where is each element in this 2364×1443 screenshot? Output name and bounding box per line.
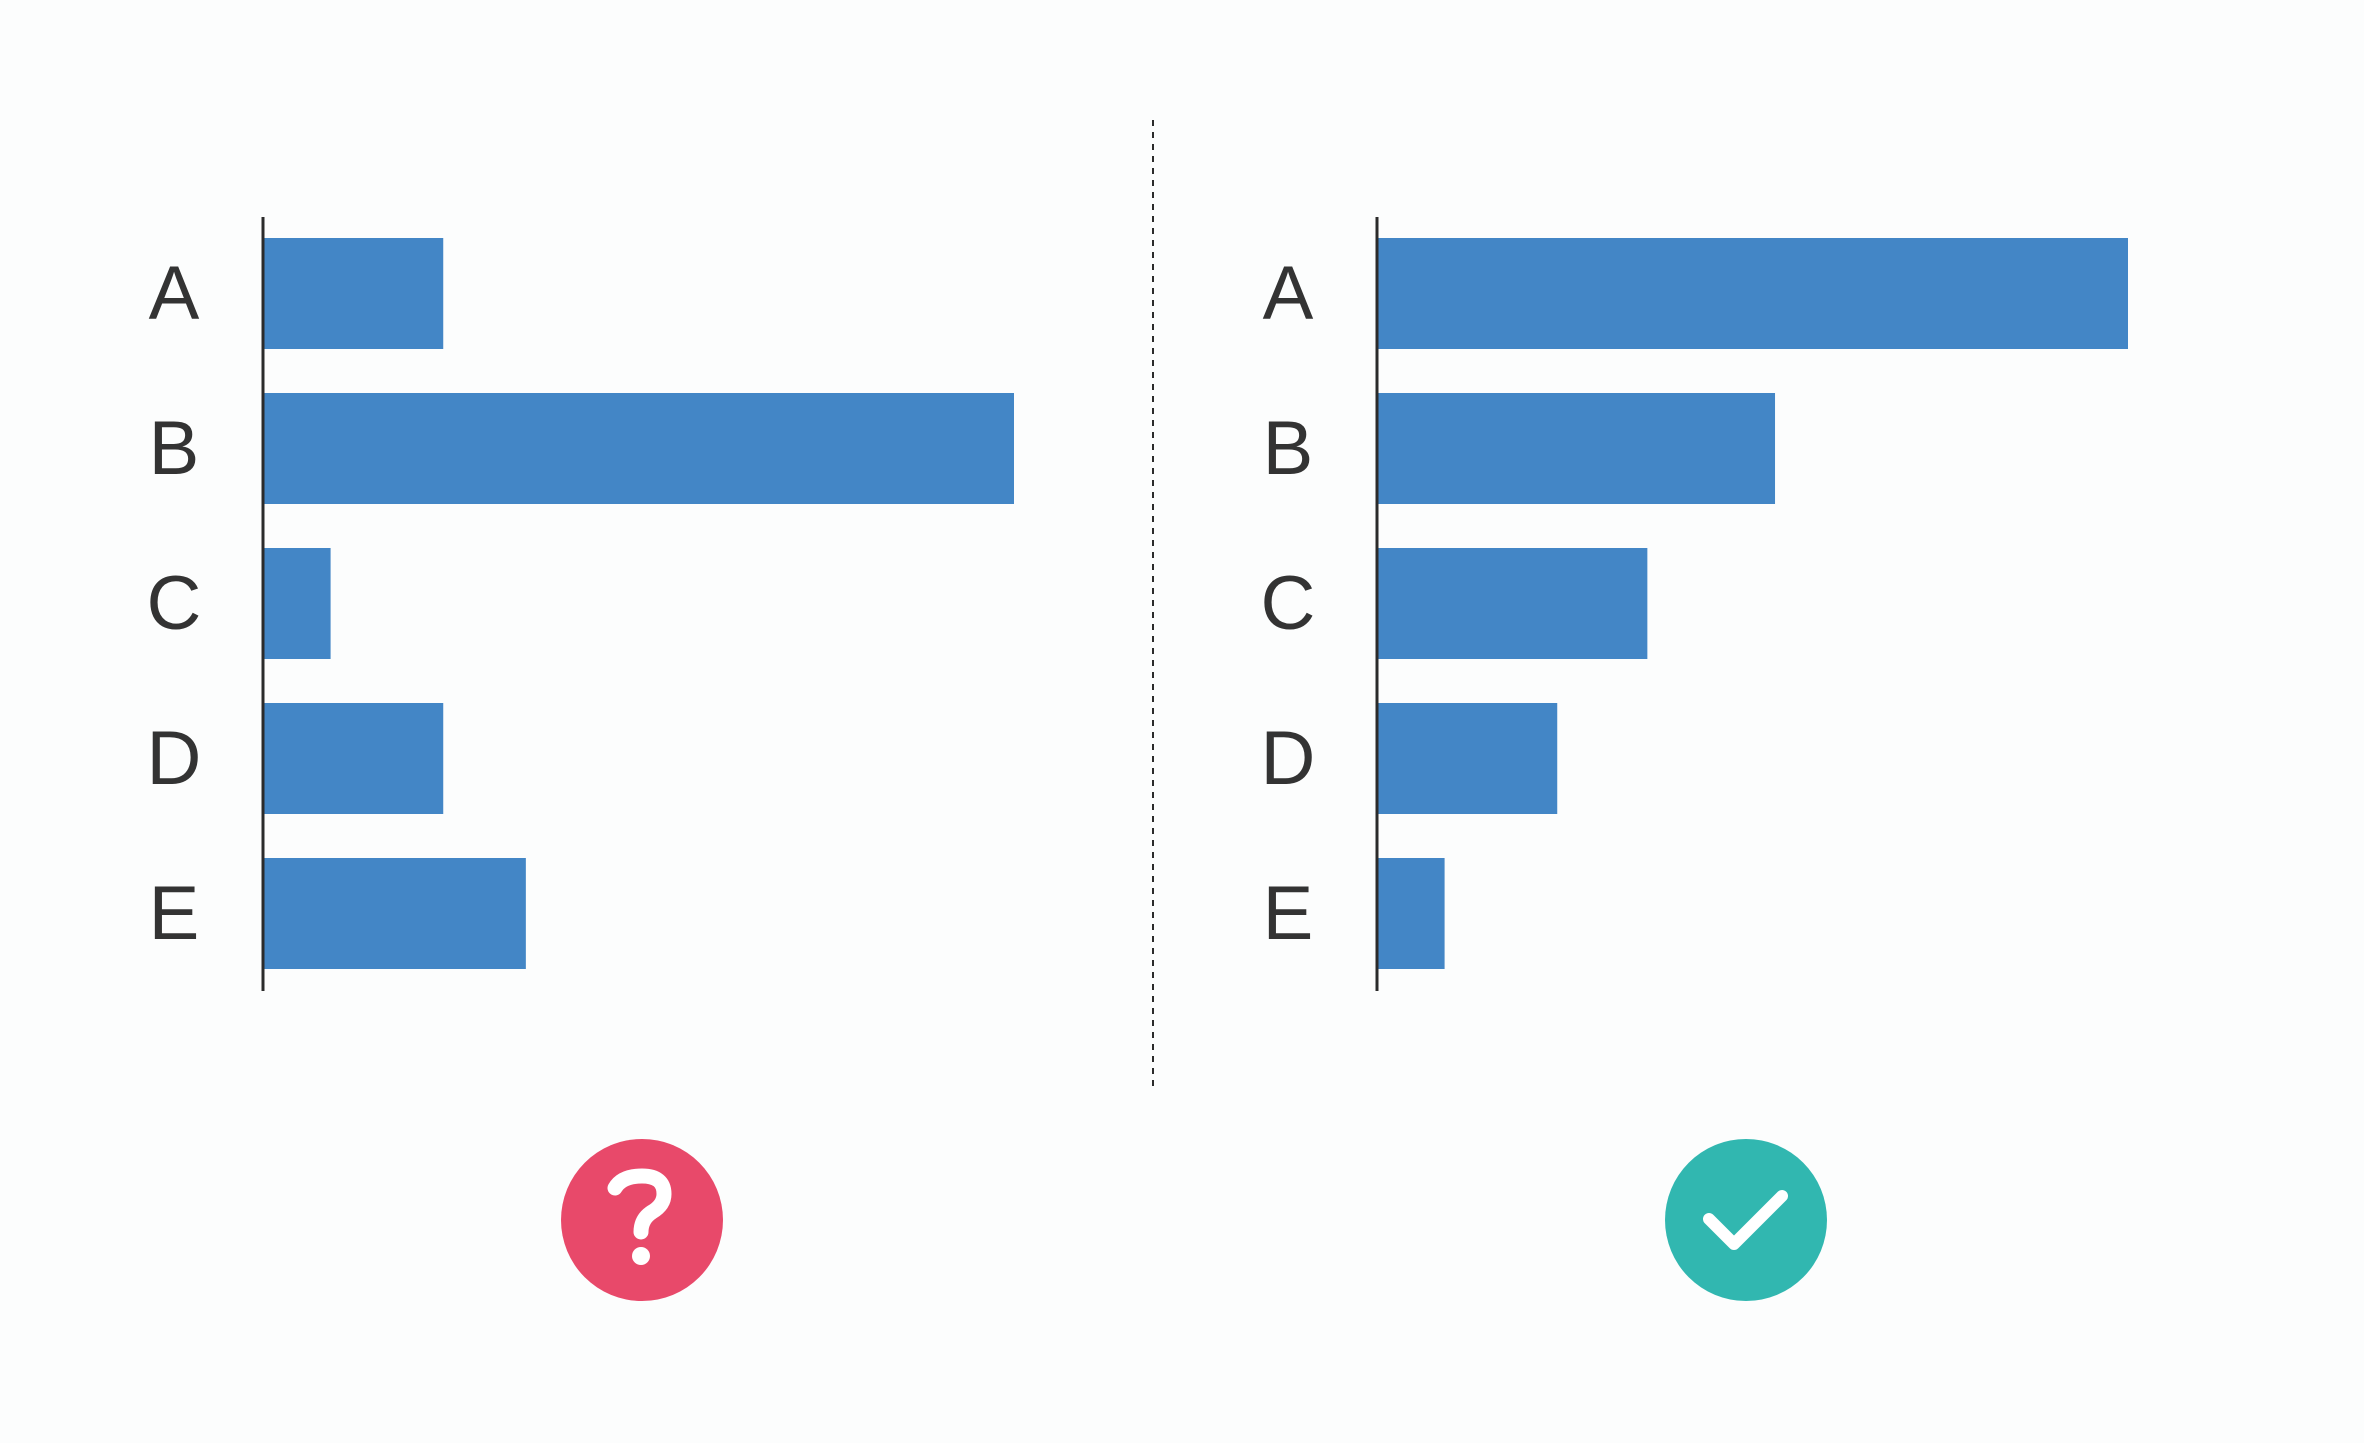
- category-label-c: C: [1261, 561, 1316, 646]
- category-label-e: E: [149, 871, 200, 956]
- bar-d: [263, 703, 444, 814]
- category-label-b: B: [1263, 406, 1314, 491]
- bar-b: [1377, 393, 1776, 504]
- bar-e: [263, 858, 526, 969]
- bar-a: [263, 238, 444, 349]
- category-label-a: A: [149, 251, 200, 336]
- category-label-e: E: [1263, 871, 1314, 956]
- bar-c: [263, 548, 331, 659]
- comparison-figure: ABCDE ABCDE: [0, 0, 2364, 1438]
- bar-e: [1377, 858, 1445, 969]
- bar-a: [1377, 238, 2128, 349]
- check-badge-circle: [1665, 1139, 1827, 1301]
- comparison-svg: ABCDE ABCDE: [0, 0, 2364, 1438]
- category-label-d: D: [147, 716, 202, 801]
- question-mark-dot: [632, 1247, 650, 1265]
- question-mark-badge: [561, 1139, 723, 1301]
- category-label-c: C: [147, 561, 202, 646]
- category-label-a: A: [1263, 251, 1314, 336]
- category-label-b: B: [149, 406, 200, 491]
- bar-b: [263, 393, 1014, 504]
- category-label-d: D: [1261, 716, 1316, 801]
- bar-d: [1377, 703, 1558, 814]
- checkmark-badge: [1665, 1139, 1827, 1301]
- bar-c: [1377, 548, 1648, 659]
